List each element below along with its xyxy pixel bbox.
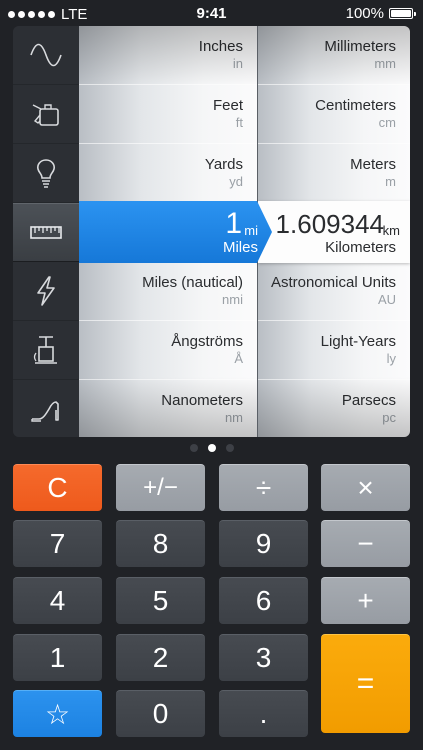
to-unit-row[interactable]: Light-Years ly bbox=[258, 321, 410, 380]
plus-minus-button[interactable]: +/− bbox=[116, 464, 205, 511]
battery-icon bbox=[389, 8, 416, 19]
gas-can-icon bbox=[32, 104, 59, 126]
key-1[interactable]: 1 bbox=[13, 634, 102, 681]
category-weight[interactable] bbox=[13, 380, 79, 437]
converted-unit-name: Kilometers bbox=[325, 239, 396, 256]
category-pressure[interactable] bbox=[13, 321, 79, 380]
input-value: 1 bbox=[225, 207, 242, 240]
to-unit-row[interactable]: Parsecs pc bbox=[258, 380, 410, 437]
from-unit-row[interactable]: Miles (nautical) nmi bbox=[79, 262, 257, 321]
page-dot-active[interactable] bbox=[207, 444, 216, 452]
from-unit-row[interactable]: Yards yd bbox=[79, 144, 257, 203]
category-frequency[interactable] bbox=[13, 26, 79, 85]
from-unit-row[interactable]: Nanometers nm bbox=[79, 380, 257, 437]
category-column[interactable] bbox=[13, 26, 80, 437]
pressure-gauge-icon bbox=[33, 336, 57, 364]
decimal-button[interactable]: . bbox=[219, 690, 308, 737]
to-unit-row[interactable]: Meters m bbox=[258, 144, 410, 203]
to-unit-row[interactable]: Astronomical Units AU bbox=[258, 262, 410, 321]
sine-wave-icon bbox=[30, 43, 62, 67]
page-dot[interactable] bbox=[189, 444, 198, 452]
from-unit-row[interactable]: Ångströms Å bbox=[79, 321, 257, 380]
equals-button[interactable]: = bbox=[321, 634, 410, 733]
plus-button[interactable]: + bbox=[321, 577, 410, 624]
favorite-button[interactable]: ☆ bbox=[13, 690, 102, 737]
status-right: 100% bbox=[345, 5, 416, 22]
selected-to-unit[interactable]: 1.609344 km Kilometers bbox=[258, 201, 410, 263]
key-7[interactable]: 7 bbox=[13, 520, 102, 567]
to-unit-row[interactable]: Millimeters mm bbox=[258, 26, 410, 85]
to-unit-row[interactable]: Centimeters cm bbox=[258, 85, 410, 144]
input-unit-abbr: mi bbox=[244, 223, 258, 238]
status-bar: LTE 9:41 100% bbox=[0, 0, 423, 28]
minus-button[interactable]: − bbox=[321, 520, 410, 567]
lightning-icon bbox=[37, 276, 55, 306]
from-unit-row[interactable]: Inches in bbox=[79, 26, 257, 85]
clear-button[interactable]: C bbox=[13, 464, 102, 511]
key-8[interactable]: 8 bbox=[116, 520, 205, 567]
key-2[interactable]: 2 bbox=[116, 634, 205, 681]
input-unit-name: Miles bbox=[222, 239, 258, 256]
key-5[interactable]: 5 bbox=[116, 577, 205, 624]
unit-converter: Inches in Feet ft Yards yd Miles (nautical)… bbox=[13, 26, 410, 437]
key-3[interactable]: 3 bbox=[219, 634, 308, 681]
page-indicator[interactable] bbox=[0, 444, 423, 452]
from-unit-row[interactable]: Feet ft bbox=[79, 85, 257, 144]
key-9[interactable]: 9 bbox=[219, 520, 308, 567]
ruler-icon bbox=[30, 225, 62, 239]
category-volume[interactable] bbox=[13, 85, 79, 144]
page-dot[interactable] bbox=[225, 444, 234, 452]
divide-button[interactable]: ÷ bbox=[219, 464, 308, 511]
key-0[interactable]: 0 bbox=[116, 690, 205, 737]
light-bulb-icon bbox=[37, 159, 55, 188]
category-power[interactable] bbox=[13, 262, 79, 321]
category-length[interactable] bbox=[13, 203, 79, 262]
key-4[interactable]: 4 bbox=[13, 577, 102, 624]
converted-value: 1.609344 bbox=[275, 209, 384, 239]
high-heel-icon bbox=[31, 401, 59, 422]
category-energy[interactable] bbox=[13, 144, 79, 203]
selected-from-unit[interactable]: 1 mi Miles bbox=[79, 201, 272, 263]
key-6[interactable]: 6 bbox=[219, 577, 308, 624]
multiply-button[interactable]: × bbox=[321, 464, 410, 511]
battery-label: 100% bbox=[345, 5, 384, 22]
converted-unit-abbr: km bbox=[382, 223, 400, 238]
